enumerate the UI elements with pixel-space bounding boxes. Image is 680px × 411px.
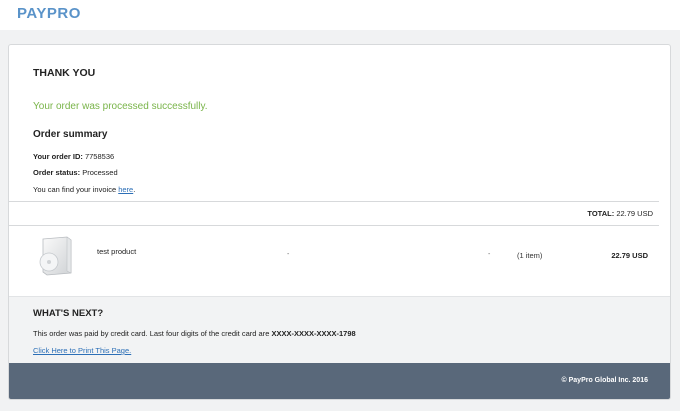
order-confirmation-card: THANK YOU Your order was processed succe… — [8, 44, 671, 400]
order-status-label: Order status: — [33, 168, 81, 177]
invoice-line: You can find your invoice here. — [33, 185, 135, 194]
copyright-text: © PayPro Global Inc. 2016 — [561, 377, 648, 384]
paypro-logo[interactable]: PAYPRO — [17, 5, 81, 22]
footer: © PayPro Global Inc. 2016 — [9, 363, 670, 399]
invoice-period: . — [133, 185, 136, 194]
total-value: 22.79 USD — [616, 209, 653, 218]
whats-next-section: WHAT'S NEXT? This order was paid by cred… — [9, 296, 670, 363]
product-name: test product — [97, 247, 137, 256]
order-summary-heading: Order summary — [33, 129, 108, 140]
payment-info: This order was paid by credit card. Last… — [33, 329, 356, 338]
divider — [9, 225, 659, 226]
card-mask: XXXX-XXXX-XXXX-1798 — [271, 329, 356, 338]
order-id-line: Your order ID: 7758536 — [33, 152, 114, 161]
top-bar: PAYPRO — [0, 0, 680, 30]
divider — [9, 201, 659, 202]
invoice-text: You can find your invoice — [33, 185, 117, 194]
order-status-value: Processed — [82, 168, 118, 177]
order-id-label: Your order ID: — [33, 152, 83, 161]
total-label: TOTAL: — [587, 209, 615, 218]
invoice-link[interactable]: here — [118, 185, 133, 194]
order-total: TOTAL: 22.79 USD — [587, 209, 653, 218]
whats-next-heading: WHAT'S NEXT? — [33, 308, 104, 319]
order-status-line: Order status: Processed — [33, 168, 118, 177]
item-quantity: (1 item) — [517, 251, 543, 260]
success-message: Your order was processed successfully. — [33, 101, 208, 112]
item-price: 22.79 USD — [611, 251, 648, 260]
payment-info-text: This order was paid by credit card. Last… — [33, 329, 270, 338]
item-column-2: - — [488, 251, 491, 258]
page-title: THANK YOU — [33, 67, 96, 79]
software-box-icon — [33, 233, 77, 277]
item-column-1: - — [287, 251, 290, 258]
order-id-value: 7758536 — [84, 152, 115, 161]
print-page-link[interactable]: Click Here to Print This Page. — [33, 346, 131, 355]
